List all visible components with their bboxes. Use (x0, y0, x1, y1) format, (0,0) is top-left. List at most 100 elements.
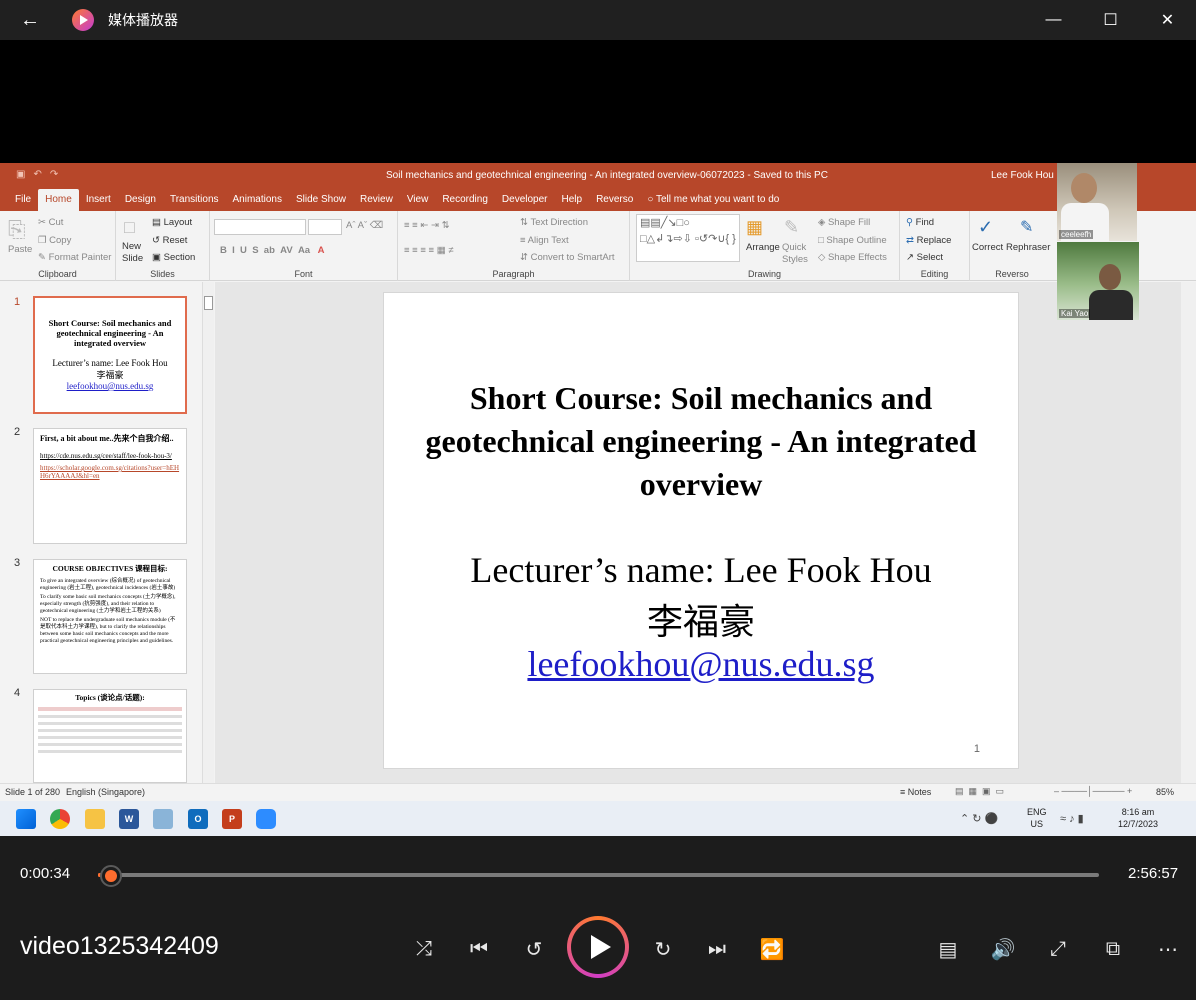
seek-handle[interactable] (100, 865, 122, 887)
zoom-slider: – ────│───── + (1054, 786, 1133, 796)
next-icon[interactable]: ⏭ (702, 934, 732, 964)
thumbnail-text-line (38, 715, 182, 718)
slides-group: □ New Slide ▤ Layout ↺ Reset ▣ Section S… (116, 211, 210, 281)
editing-group: ⚲ Find ⇄ Replace ↗ Select Editing (900, 211, 970, 281)
participant-video: ceeleefh (1057, 163, 1137, 241)
slide-info: Slide 1 of 280 (5, 787, 61, 797)
scroll-thumb (204, 296, 213, 310)
copy-label: ❐ Copy (38, 235, 72, 246)
current-slide: Short Course: Soil mechanics and geotech… (383, 292, 1019, 769)
photos-icon (153, 809, 173, 829)
undo-icon: ↶ (33, 169, 42, 180)
tab-recording: Recording (442, 194, 488, 205)
rephraser-label: Rephraser (1006, 242, 1051, 253)
arrange-label: Arrange (746, 242, 780, 253)
align-icons: ≡ ≡ ≡ ≡ ▦ ≠ (404, 245, 454, 256)
ppt-ribbon: ⎘ Paste ✂ Cut ❐ Copy ✎ Format Painter Cl… (0, 211, 1196, 281)
thumbnails-scrollbar (202, 282, 214, 783)
shuffle-icon[interactable]: ⤮ (409, 934, 439, 964)
more-options-icon[interactable]: ⋯ (1153, 934, 1183, 964)
participant-head (1099, 264, 1121, 290)
chrome-icon (50, 809, 70, 829)
mini-player-icon[interactable]: ⧉ (1098, 934, 1128, 964)
paragraph-group: ≡ ≡ ⇤ ⇥ ⇅ ≡ ≡ ≡ ≡ ▦ ≠ ⇅ Text Direction ≡… (398, 211, 630, 281)
slide-chinese-name: 李福豪 (646, 602, 755, 642)
shapes-gallery: ▤▤╱↘□○ □△↲↴⇨⇩ ▫↺↷∪{ } (636, 214, 740, 262)
participant-name: ceeleefh (1059, 230, 1094, 239)
windows-taskbar: W O P ⌃ ↻ ⚫ ENG US ≈ ♪ ▮ 8:16 am 12/7/2023 (0, 801, 1196, 836)
skip-forward-30-icon[interactable]: ↻ (648, 934, 678, 964)
ppt-title-bar: ▣ ↶ ↷ Soil mechanics and geotechnical en… (0, 163, 1196, 187)
tab-reverso: Reverso (596, 194, 634, 205)
font-label: Font (294, 269, 313, 279)
paste-icon: ⎘ (8, 217, 26, 242)
font-format-icons: B I U S ab AV Aa A (220, 245, 325, 256)
network-volume-battery-icons: ≈ ♪ ▮ (1060, 813, 1084, 825)
notes-label: ≡ Notes (900, 787, 932, 797)
play-button[interactable] (567, 916, 629, 978)
tab-developer: Developer (501, 194, 548, 205)
current-time: 0:00:34 (20, 865, 71, 882)
media-player-logo-icon (72, 9, 94, 31)
slides-label: Slides (150, 269, 175, 279)
title-bar: ← 媒体播放器 — ☐ ✕ (0, 0, 1196, 40)
video-name: video1325342409 (20, 932, 219, 960)
paragraph-label: Paragraph (492, 269, 535, 279)
slide-editor-pane: Short Course: Soil mechanics and geotech… (215, 282, 1181, 783)
thumbnail-number: 2 (14, 426, 21, 438)
thumbnail-text-line (38, 743, 182, 746)
captions-icon[interactable]: ▤ (933, 934, 963, 964)
powerpoint-icon: P (222, 809, 242, 829)
editing-label: Editing (920, 269, 949, 279)
clock: 8:16 am 12/7/2023 (1118, 807, 1159, 829)
rephraser-icon: ✎ (1020, 219, 1034, 236)
video-frame[interactable]: ▣ ↶ ↷ Soil mechanics and geotechnical en… (0, 163, 1196, 836)
cut-label: ✂ Cut (38, 217, 64, 228)
repeat-icon[interactable]: 🔁 (757, 934, 787, 964)
save-icon: ▣ (16, 169, 26, 180)
clipboard-label: Clipboard (38, 269, 77, 279)
player-controls: 0:00:34 2:56:57 video1325342409 ⤮ ⏮ ↺ ↻ … (0, 836, 1196, 1000)
list-icons: ≡ ≡ ⇤ ⇥ ⇅ (404, 220, 450, 231)
zoom-level: 85% (1156, 787, 1175, 797)
windows-start-icon (16, 809, 36, 829)
slide-thumbnail: Topics (谈论点/话题): (33, 689, 187, 783)
thumbnail-text-line (38, 722, 182, 725)
maximize-icon[interactable]: ☐ (1082, 0, 1139, 40)
paste-label: Paste (8, 244, 33, 255)
thumbnail-text-line (38, 729, 182, 732)
format-painter-label: ✎ Format Painter (38, 252, 112, 263)
font-name-box (214, 219, 306, 235)
clipboard-group: ⎘ Paste ✂ Cut ❐ Copy ✎ Format Painter Cl… (0, 211, 116, 281)
tell-me-search: ○ Tell me what you want to do (647, 194, 780, 205)
minimize-icon[interactable]: — (1025, 0, 1082, 40)
new-slide-label: New Slide (122, 241, 144, 264)
thumbnail-text-line (38, 750, 182, 753)
zoom-icon (256, 809, 276, 829)
previous-icon[interactable]: ⏮ (464, 934, 494, 964)
tab-transitions: Transitions (169, 194, 219, 205)
slide-lecturer: Lecturer’s name: Lee Fook Hou (470, 550, 932, 590)
tab-slide-show: Slide Show (295, 194, 347, 205)
align-text-label: ≡ Align Text (520, 235, 569, 246)
font-size-icons: Aˆ Aˇ ⌫ (346, 220, 384, 231)
slide-thumbnails-pane: 1 Short Course: Soil mechanics and geote… (0, 282, 203, 783)
tab-view: View (406, 194, 429, 205)
thumbnail-number: 3 (14, 557, 21, 569)
skip-back-10-icon[interactable]: ↺ (519, 934, 549, 964)
redo-icon: ↷ (49, 169, 59, 180)
close-icon[interactable]: ✕ (1139, 0, 1196, 40)
fullscreen-icon[interactable]: ⤢ (1043, 934, 1073, 964)
shape-outline-label: □ Shape Outline (818, 235, 887, 246)
arrange-icon: ▦ (746, 217, 764, 237)
tab-home: Home (38, 189, 79, 211)
volume-icon[interactable]: 🔊 (988, 934, 1018, 964)
correct-label: Correct (972, 242, 1004, 253)
seek-bar[interactable] (98, 873, 1099, 877)
file-explorer-icon (85, 809, 105, 829)
thumbnail-text-line (38, 707, 182, 711)
slide-title: Short Course: Soil mechanics and geotech… (425, 380, 977, 502)
reverso-label: Reverso (995, 269, 1029, 279)
tab-help: Help (561, 194, 583, 205)
back-arrow-icon[interactable]: ← (0, 0, 60, 40)
